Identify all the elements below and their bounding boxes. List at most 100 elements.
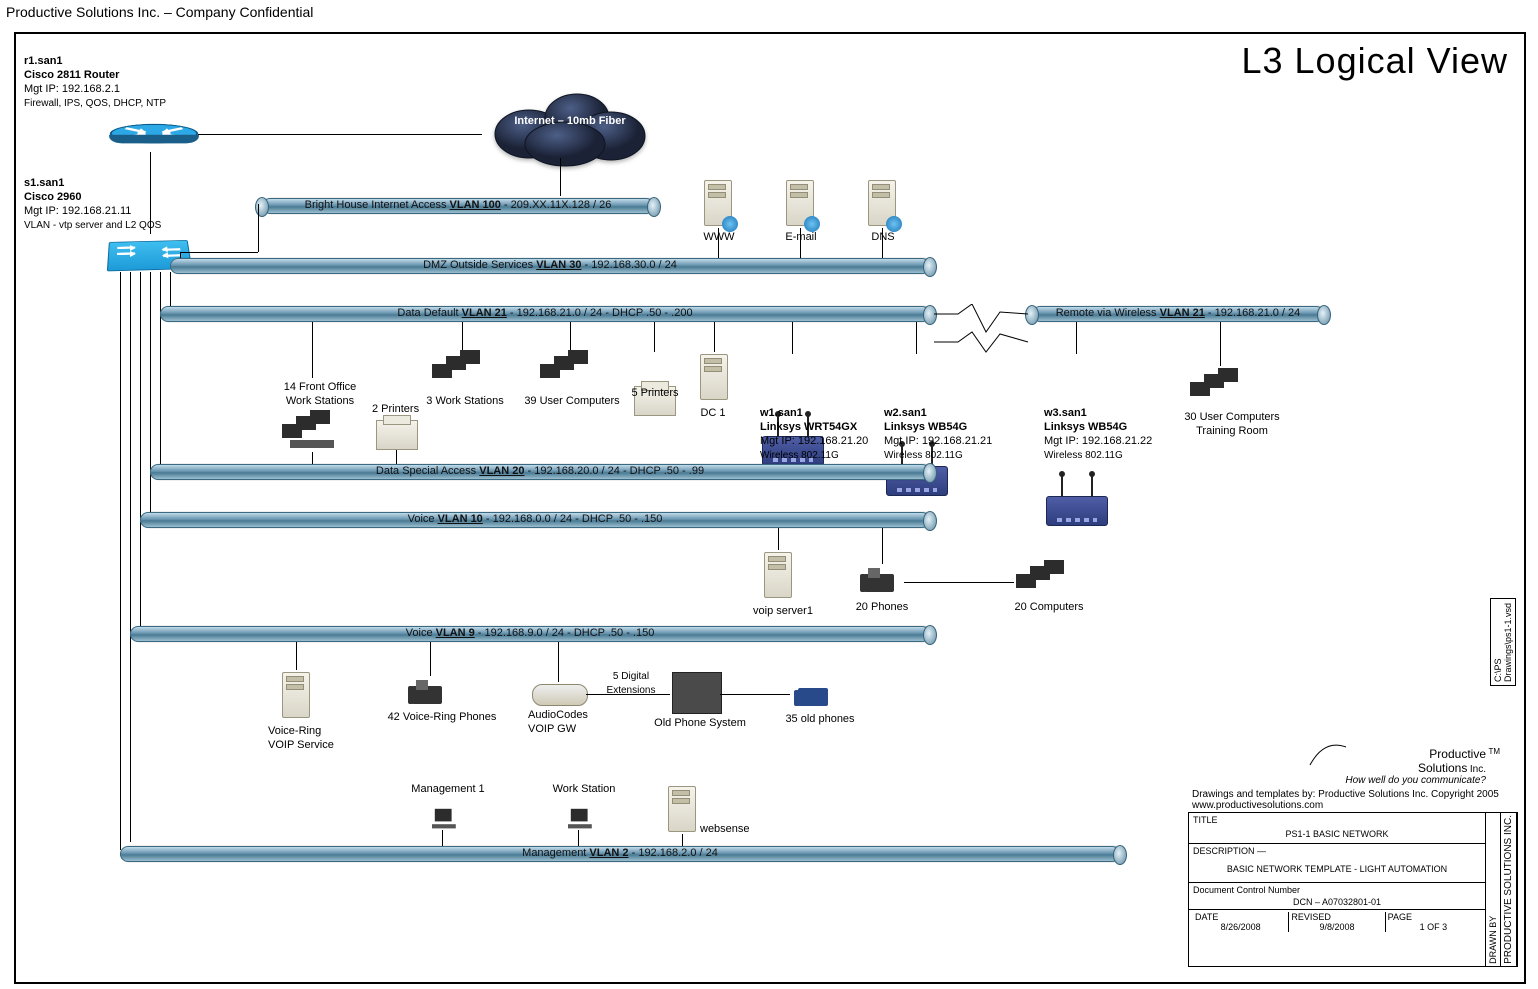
ap-w2-label: w2.san1Linksys WB54G Mgt IP: 192.168.21.…	[884, 406, 992, 463]
ws14-link	[312, 322, 313, 378]
workstations-3-label: 3 Work Stations	[420, 394, 510, 408]
tb-page-lbl: PAGE	[1388, 912, 1479, 922]
mgmt-1-label: Management 1	[398, 782, 498, 796]
router-label: r1.san1 Cisco 2811 Router Mgt IP: 192.16…	[24, 54, 166, 111]
tb-drawn-lbl: DRAWN BY	[1486, 813, 1501, 966]
vlan-21-remote-pipe: Remote via Wireless VLAN 21 - 192.168.21…	[1032, 306, 1324, 322]
view-title: L3 Logical View	[1241, 40, 1508, 82]
internet-cloud-label: Internet – 10mb Fiber	[500, 114, 640, 128]
phones-42-icon	[408, 678, 452, 708]
server-email-label: E-mail	[776, 230, 826, 244]
phones-20-label: 20 Phones	[846, 600, 918, 614]
switch-name: s1.san1	[24, 177, 64, 189]
link-router-switch	[150, 152, 151, 234]
phones-35-icon	[794, 680, 838, 710]
tb-drawn-val: PRODUCTIVE SOLUTIONS INC.	[1501, 813, 1517, 966]
pr5-link	[654, 322, 655, 352]
vlan-2-pipe: Management VLAN 2 - 192.168.2.0 / 24	[120, 846, 1120, 862]
computers-20-label: 20 Computers	[1004, 600, 1094, 614]
vlan-9-pipe: Voice VLAN 9 - 192.168.9.0 / 24 - DHCP .…	[130, 626, 930, 642]
ap-w1-label: w1.san1Linksys WRT54GX Mgt IP: 192.168.2…	[760, 406, 868, 463]
vlan-30-label: DMZ Outside Services VLAN 30 - 192.168.3…	[170, 259, 930, 271]
server-dc1-icon	[696, 352, 730, 402]
ph42-link	[430, 642, 431, 676]
vlan-21-remote-label: Remote via Wireless VLAN 21 - 192.168.21…	[1032, 307, 1324, 319]
server-dns-label: DNS	[858, 230, 908, 244]
router-icon	[110, 116, 198, 150]
tb-date-lbl: DATE	[1195, 912, 1286, 922]
tb-rev-lbl: REVISED	[1291, 912, 1382, 922]
ac-to-old	[586, 694, 670, 695]
server-websense-label: websense	[700, 822, 750, 836]
vlan-100-label: Bright House Internet Access VLAN 100 - …	[262, 199, 654, 211]
tb-date-val: 8/26/2008	[1195, 922, 1286, 932]
mgmt-1-icon	[425, 805, 467, 836]
internet-cloud-icon	[485, 84, 655, 173]
diagram-sheet: Productive Solutions Inc. – Company Conf…	[0, 0, 1538, 989]
vlan-21-pipe: Data Default VLAN 21 - 192.168.21.0 / 24…	[160, 306, 930, 322]
w2-link	[916, 322, 917, 354]
link-router-cloud	[198, 134, 482, 135]
computers-20-icon	[1016, 560, 1076, 604]
uc30-link	[1220, 322, 1221, 366]
vlan-9-label: Voice VLAN 9 - 192.168.9.0 / 24 - DHCP .…	[130, 627, 930, 639]
ap-w3-label: w3.san1Linksys WB54G Mgt IP: 192.168.21.…	[1044, 406, 1152, 463]
mgmt-ws-icon	[561, 805, 603, 836]
server-dns-icon	[864, 178, 898, 228]
switch-label: s1.san1 Cisco 2960 Mgt IP: 192.168.21.11…	[24, 176, 161, 233]
www-link	[718, 228, 719, 258]
server-email-icon	[782, 178, 816, 228]
ph-to-pcs	[904, 582, 1014, 583]
mgmtws-link	[578, 830, 579, 846]
uc39-link	[570, 322, 571, 350]
title-block: Productive Solutions Inc. TM How well do…	[1188, 745, 1518, 967]
tb-dcn-lbl: Document Control Number	[1189, 882, 1485, 897]
printers-5-label: 5 Printers	[620, 386, 690, 400]
email-link	[800, 228, 801, 258]
dns-link	[882, 228, 883, 258]
switch-to-v100	[180, 252, 258, 253]
ac-link	[558, 642, 559, 682]
mgmt1-link	[442, 830, 443, 846]
router-features: Firewall, IPS, QOS, DHCP, NTP	[24, 98, 166, 109]
ap-w3-icon	[1046, 496, 1108, 526]
w1-link	[792, 322, 793, 354]
tb-desc-val: BASIC NETWORK TEMPLATE - LIGHT AUTOMATIO…	[1189, 858, 1485, 882]
server-voicering-icon	[278, 670, 312, 720]
switch-mgmt: Mgt IP: 192.168.21.11	[24, 205, 131, 217]
vr-link	[296, 642, 297, 670]
old-phone-system-label: Old Phone System	[650, 716, 750, 730]
vlan-100-pipe: Bright House Internet Access VLAN 100 - …	[262, 198, 654, 214]
tb-desc-lbl: DESCRIPTION —	[1193, 846, 1266, 856]
vlan-30-pipe: DMZ Outside Services VLAN 30 - 192.168.3…	[170, 258, 930, 274]
switch-trunk-5	[160, 272, 161, 468]
mgmt-ws-label: Work Station	[534, 782, 634, 796]
router-mgmt: Mgt IP: 192.168.2.1	[24, 83, 120, 95]
logo-suffix: Inc.	[1470, 764, 1486, 775]
switch-to-v100-v	[258, 204, 259, 252]
vlan-20-pipe: Data Special Access VLAN 20 - 192.168.20…	[150, 464, 930, 480]
server-voip-icon	[760, 550, 794, 600]
old-phone-system-icon	[672, 672, 722, 714]
ws3-link	[462, 322, 463, 350]
audiocodes-label: AudioCodesVOIP GW	[528, 708, 588, 736]
usercomputers-39-icon	[540, 350, 600, 394]
switch-features: VLAN - vtp server and L2 QOS	[24, 220, 161, 231]
tb-dcn-val: DCN – A07032801-01	[1189, 897, 1485, 909]
tb-title-lbl: TITLE	[1193, 815, 1218, 825]
server-websense-icon	[664, 784, 698, 834]
usercomputers-30-icon	[1190, 368, 1250, 412]
vlan-10-label: Voice VLAN 10 - 192.168.0.0 / 24 - DHCP …	[140, 513, 930, 525]
printers-2-icon	[376, 420, 418, 450]
tb-title-val: PS1-1 BASIC NETWORK	[1189, 827, 1485, 843]
phones-42-label: 42 Voice-Ring Phones	[382, 710, 502, 724]
switch-model: Cisco 2960	[24, 191, 81, 203]
server-voicering-label: Voice-RingVOIP Service	[268, 724, 334, 752]
server-www-icon	[700, 178, 734, 228]
usercomputers-39-label: 39 User Computers	[516, 394, 628, 408]
workstations-3-icon	[432, 350, 492, 394]
ph20-link	[882, 528, 883, 564]
server-dc1-label: DC 1	[688, 406, 738, 420]
tb-page-val: 1 OF 3	[1388, 922, 1479, 932]
dc1-link	[714, 322, 715, 352]
